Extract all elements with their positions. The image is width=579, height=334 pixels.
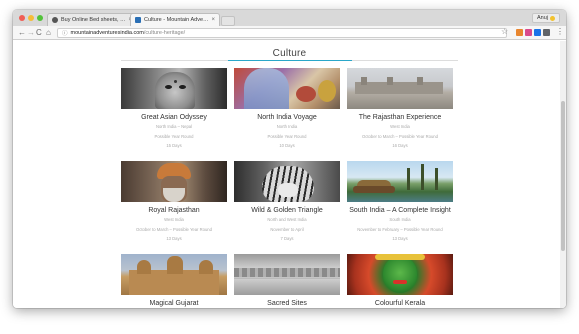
tour-name[interactable]: Royal Rajasthan xyxy=(121,207,227,214)
browser-toolbar: ← → C ⌂ ⓘ mountainadventuresindia.com /c… xyxy=(13,26,566,40)
tour-card[interactable]: South India – A Complete Insight South I… xyxy=(347,161,453,243)
extension-icon[interactable] xyxy=(534,29,541,36)
tour-name[interactable]: Great Asian Odyssey xyxy=(121,114,227,121)
tour-card[interactable]: Sacred Sites xyxy=(234,254,340,307)
tour-name[interactable]: Wild & Golden Triangle xyxy=(234,207,340,214)
tour-card[interactable]: North India Voyage North India Possible … xyxy=(234,68,340,150)
tour-duration: 10 Days xyxy=(279,143,295,149)
page-content: Culture Great Asian Odyssey North India … xyxy=(13,41,566,308)
scrollbar-thumb[interactable] xyxy=(561,101,565,251)
tour-region: South India xyxy=(389,217,411,222)
tab-bedsheets[interactable]: Buy Online Bed sheets, Pillo… × xyxy=(47,13,137,26)
bookmark-star-icon[interactable]: ☆ xyxy=(501,27,508,36)
browser-window: Buy Online Bed sheets, Pillo… × Culture … xyxy=(13,10,566,308)
close-tab-icon[interactable]: × xyxy=(211,17,215,23)
tour-name[interactable]: Sacred Sites xyxy=(234,300,340,307)
tour-image[interactable] xyxy=(347,68,453,109)
tour-image[interactable] xyxy=(121,161,227,202)
tab-strip: Buy Online Bed sheets, Pillo… × Culture … xyxy=(13,10,566,26)
vertical-scrollbar[interactable] xyxy=(560,41,566,308)
profile-button[interactable]: Anuj xyxy=(531,13,560,23)
tour-duration: 7 Days xyxy=(280,236,294,242)
reload-icon[interactable]: C xyxy=(36,27,42,39)
extension-icon[interactable] xyxy=(516,29,523,36)
tour-season: October to March – Possible Year Round xyxy=(136,226,212,232)
tour-image[interactable] xyxy=(234,68,340,109)
tour-season: November to February – Possible Year Rou… xyxy=(357,226,443,232)
tour-card[interactable]: The Rajasthan Experience West India Octo… xyxy=(347,68,453,150)
extension-icon[interactable] xyxy=(525,29,532,36)
tour-region: North India – Nepal xyxy=(155,124,193,129)
page-title: Culture xyxy=(272,48,307,59)
tour-duration: 15 Days xyxy=(166,143,182,149)
tour-duration: 16 Days xyxy=(392,143,408,149)
browser-menu-icon[interactable]: ⋮ xyxy=(556,27,564,36)
tour-image[interactable] xyxy=(121,68,227,109)
tour-image[interactable] xyxy=(347,161,453,202)
tour-region: West India xyxy=(390,124,410,129)
tour-name[interactable]: South India – A Complete Insight xyxy=(347,207,453,214)
tour-duration: 13 Days xyxy=(166,236,182,242)
tour-card[interactable]: Magical Gujarat xyxy=(121,254,227,307)
tour-card[interactable]: Royal Rajasthan West India October to Ma… xyxy=(121,161,227,243)
home-icon[interactable]: ⌂ xyxy=(46,27,51,39)
tour-name[interactable]: Magical Gujarat xyxy=(121,300,227,307)
tour-region: North India xyxy=(276,124,298,129)
forward-icon[interactable]: → xyxy=(27,27,35,39)
close-window-button[interactable] xyxy=(19,15,25,21)
minimize-window-button[interactable] xyxy=(28,15,34,21)
tab-label: Buy Online Bed sheets, Pillo… xyxy=(61,17,127,23)
extension-icon[interactable] xyxy=(543,29,550,36)
maximize-window-button[interactable] xyxy=(37,15,43,21)
tour-image[interactable] xyxy=(347,254,453,295)
tour-region: West India xyxy=(164,217,184,222)
tour-name[interactable]: North India Voyage xyxy=(234,114,340,121)
tour-card[interactable]: Wild & Golden Triangle North and West In… xyxy=(234,161,340,243)
tab-label: Culture - Mountain Adventure… xyxy=(144,17,209,23)
site-info-icon[interactable]: ⓘ xyxy=(62,29,68,37)
back-icon[interactable]: ← xyxy=(18,27,26,39)
tour-card[interactable]: Colourful Kerala xyxy=(347,254,453,307)
tour-season: October to March – Possible Year Round xyxy=(362,133,438,139)
tour-name[interactable]: Colourful Kerala xyxy=(347,300,453,307)
profile-avatar-icon xyxy=(550,15,555,21)
tour-season: Possible Year Round xyxy=(154,133,194,139)
tour-season: Possible Year Round xyxy=(267,133,307,139)
tour-image[interactable] xyxy=(234,161,340,202)
address-domain: mountainadventuresindia.com xyxy=(70,30,144,36)
tour-image[interactable] xyxy=(121,254,227,295)
tour-image[interactable] xyxy=(234,254,340,295)
tour-card[interactable]: Great Asian Odyssey North India – Nepal … xyxy=(121,68,227,150)
tour-region: North and West India xyxy=(267,217,307,222)
site-favicon-icon xyxy=(135,17,141,23)
tour-duration: 13 Days xyxy=(392,236,408,242)
title-accent-line xyxy=(228,60,352,61)
profile-name: Anuj xyxy=(536,15,548,21)
new-tab-button[interactable] xyxy=(221,16,235,26)
tour-season: November to April xyxy=(270,226,304,232)
site-favicon-icon xyxy=(52,17,58,23)
tab-culture[interactable]: Culture - Mountain Adventure… × xyxy=(130,13,220,26)
tour-name[interactable]: The Rajasthan Experience xyxy=(347,114,453,121)
address-bar[interactable]: ⓘ mountainadventuresindia.com /culture-h… xyxy=(57,28,507,38)
address-path: /culture-heritage/ xyxy=(143,30,186,36)
